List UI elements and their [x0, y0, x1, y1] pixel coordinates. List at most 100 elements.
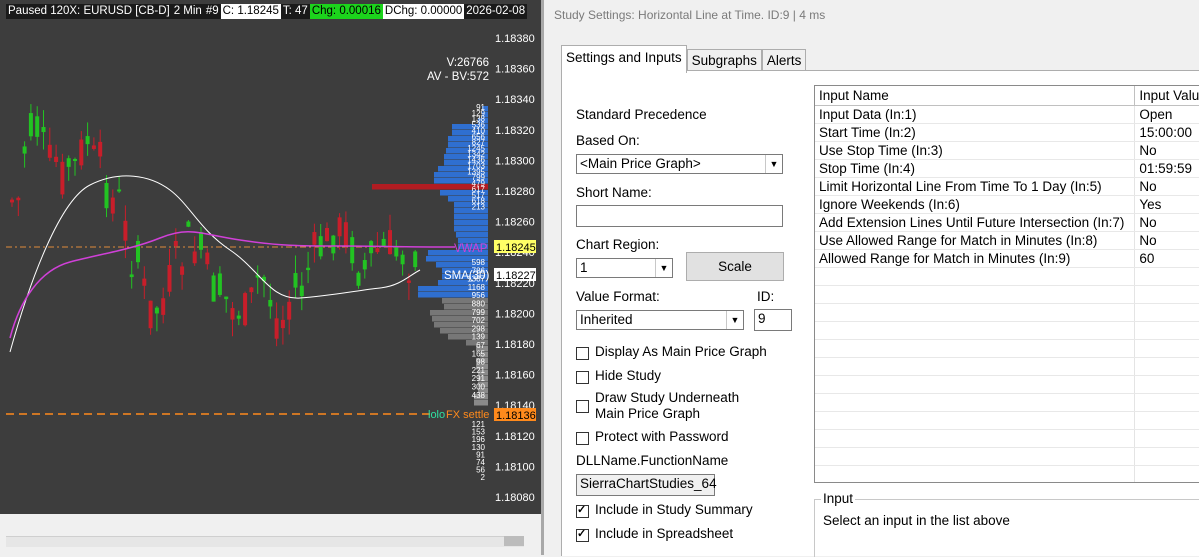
input-value-cell[interactable]: 01:59:59	[1135, 160, 1199, 177]
input-name-cell[interactable]: Add Extension Lines Until Future Interse…	[815, 214, 1136, 231]
table-row	[815, 448, 1199, 466]
input-value-cell[interactable]: 15:00:00	[1135, 124, 1199, 141]
candle-body	[280, 319, 285, 329]
close-price: C: 1.18245	[220, 4, 281, 19]
candle-body	[369, 241, 374, 254]
tab-settings-and-inputs[interactable]: Settings and Inputs	[561, 45, 687, 73]
based-on-dropdown[interactable]: <Main Price Graph> ▼	[576, 154, 783, 174]
settle-price-value: 1.18136	[496, 410, 536, 422]
table-row	[815, 268, 1199, 286]
checkbox-label: Display As Main Price Graph	[595, 344, 767, 359]
candle-body	[211, 275, 216, 302]
input-value-cell[interactable]: No	[1135, 178, 1199, 195]
scale-button[interactable]: Scale	[686, 252, 784, 281]
include-in-spreadsheet-checkbox[interactable]: Include in Spreadsheet	[576, 526, 733, 542]
table-row[interactable]: Input Data (In:1) Open	[815, 106, 1199, 124]
include-in-study-summary-checkbox[interactable]: Include in Study Summary	[576, 502, 753, 518]
price-axis-label: 1.18280	[495, 186, 535, 198]
chart-bottom-area	[0, 514, 541, 555]
based-on-label: Based On:	[576, 133, 640, 148]
checkbox-label: Include in Study Summary	[595, 502, 753, 517]
table-row[interactable]: Ignore Weekends (In:6) Yes	[815, 196, 1199, 214]
table-row[interactable]: Allowed Range for Match in Minutes (In:9…	[815, 250, 1199, 268]
input-value-cell[interactable]: Yes	[1135, 196, 1199, 213]
display-as-main-price-graph-checkbox[interactable]: Display As Main Price Graph	[576, 344, 767, 360]
input-value-cell[interactable]: No	[1135, 232, 1199, 249]
input-value-cell[interactable]: No	[1135, 142, 1199, 159]
table-row	[815, 286, 1199, 304]
input-name-cell	[815, 448, 1136, 465]
protect-with-password-checkbox[interactable]: Protect with Password	[576, 429, 729, 445]
value-format-label: Value Format:	[576, 289, 660, 304]
value-format-value: Inherited	[580, 312, 633, 327]
short-name-input[interactable]	[576, 205, 783, 227]
input-name-cell	[815, 304, 1136, 321]
table-row[interactable]: Limit Horizontal Line From Time To 1 Day…	[815, 178, 1199, 196]
volume-profile-bar	[454, 226, 488, 232]
checkbox-label: Draw Study Underneath Main Price Graph	[595, 390, 740, 421]
id-input[interactable]: 9	[754, 309, 792, 331]
hide-study-checkbox[interactable]: Hide Study	[576, 368, 661, 384]
id-label: ID:	[757, 289, 775, 304]
table-row	[815, 340, 1199, 358]
input-value-header[interactable]: Input Value	[1135, 86, 1199, 105]
input-name-cell[interactable]: Allowed Range for Match in Minutes (In:9…	[815, 250, 1136, 267]
checkbox-box[interactable]	[576, 371, 589, 384]
candle-body	[230, 308, 235, 320]
candle-body	[173, 240, 178, 247]
input-value-cell[interactable]: Open	[1135, 106, 1199, 123]
checkbox-label: Include in Spreadsheet	[595, 526, 734, 541]
chart-region-dropdown[interactable]: 1 ▼	[576, 258, 673, 278]
checkbox-box[interactable]	[576, 400, 589, 413]
checkbox-box[interactable]	[576, 347, 589, 360]
inputs-grid[interactable]: Input Name Input Value Input Data (In:1)…	[814, 85, 1199, 483]
value-format-dropdown[interactable]: Inherited ▼	[576, 310, 744, 330]
input-name-cell[interactable]: Stop Time (In:4)	[815, 160, 1136, 177]
table-row[interactable]: Use Stop Time (In:3) No	[815, 142, 1199, 160]
input-name-cell[interactable]: Start Time (In:2)	[815, 124, 1136, 141]
draw-study-underneath-checkbox[interactable]: Draw Study Underneath Main Price Graph	[576, 390, 739, 422]
price-axis-label: 1.18100	[495, 461, 535, 473]
input-value-cell	[1135, 304, 1199, 321]
table-row[interactable]: Use Allowed Range for Match in Minutes (…	[815, 232, 1199, 250]
checkbox-box[interactable]	[576, 432, 589, 445]
candle-body	[85, 136, 90, 145]
price-chart[interactable]: 1.18380 1.18360 1.18340 1.18320 1.18300 1.182…	[0, 0, 541, 555]
chart-horizontal-scrollbar[interactable]	[6, 536, 524, 547]
input-name-cell[interactable]: Use Allowed Range for Match in Minutes (…	[815, 232, 1136, 249]
checkbox-box-checked[interactable]	[576, 527, 589, 542]
table-row[interactable]: Start Time (In:2) 15:00:00	[815, 124, 1199, 142]
input-value-cell[interactable]: No	[1135, 214, 1199, 231]
price-axis-label: 1.18160	[495, 370, 535, 382]
scrollbar-thumb[interactable]	[504, 536, 524, 546]
input-name-header[interactable]: Input Name	[815, 86, 1136, 105]
table-row	[815, 322, 1199, 340]
candle-body	[217, 273, 222, 295]
table-row	[815, 394, 1199, 412]
input-name-cell[interactable]: Ignore Weekends (In:6)	[815, 196, 1136, 213]
checkbox-box-checked[interactable]	[576, 503, 589, 518]
table-row[interactable]: Add Extension Lines Until Future Interse…	[815, 214, 1199, 232]
candle-body	[293, 273, 298, 288]
table-row	[815, 304, 1199, 322]
input-name-cell	[815, 430, 1136, 447]
table-row[interactable]: Stop Time (In:4) 01:59:59	[815, 160, 1199, 178]
candle-body	[154, 307, 159, 314]
input-value-cell[interactable]: 60	[1135, 250, 1199, 267]
input-value-cell	[1135, 466, 1199, 482]
table-row	[815, 466, 1199, 482]
input-name-cell[interactable]: Input Data (In:1)	[815, 106, 1136, 123]
volume-profile-number: 438	[472, 391, 486, 400]
input-name-cell[interactable]: Limit Horizontal Line From Time To 1 Day…	[815, 178, 1136, 195]
settings-tabs: Settings and Inputs Subgraphs Alerts	[561, 45, 807, 73]
dll-function-field: SierraChartStudies_64	[576, 474, 717, 496]
dialog-title: Study Settings: Horizontal Line at Time.…	[554, 8, 826, 22]
input-name-cell[interactable]: Use Stop Time (In:3)	[815, 142, 1136, 159]
volume-profile-number: 2	[481, 473, 486, 482]
candle-body	[16, 197, 21, 201]
candle-body	[243, 293, 248, 326]
tab-subgraphs[interactable]: Subgraphs	[686, 49, 762, 72]
tab-alerts[interactable]: Alerts	[761, 49, 807, 72]
candle-body	[47, 144, 52, 158]
candle-body	[35, 116, 40, 137]
